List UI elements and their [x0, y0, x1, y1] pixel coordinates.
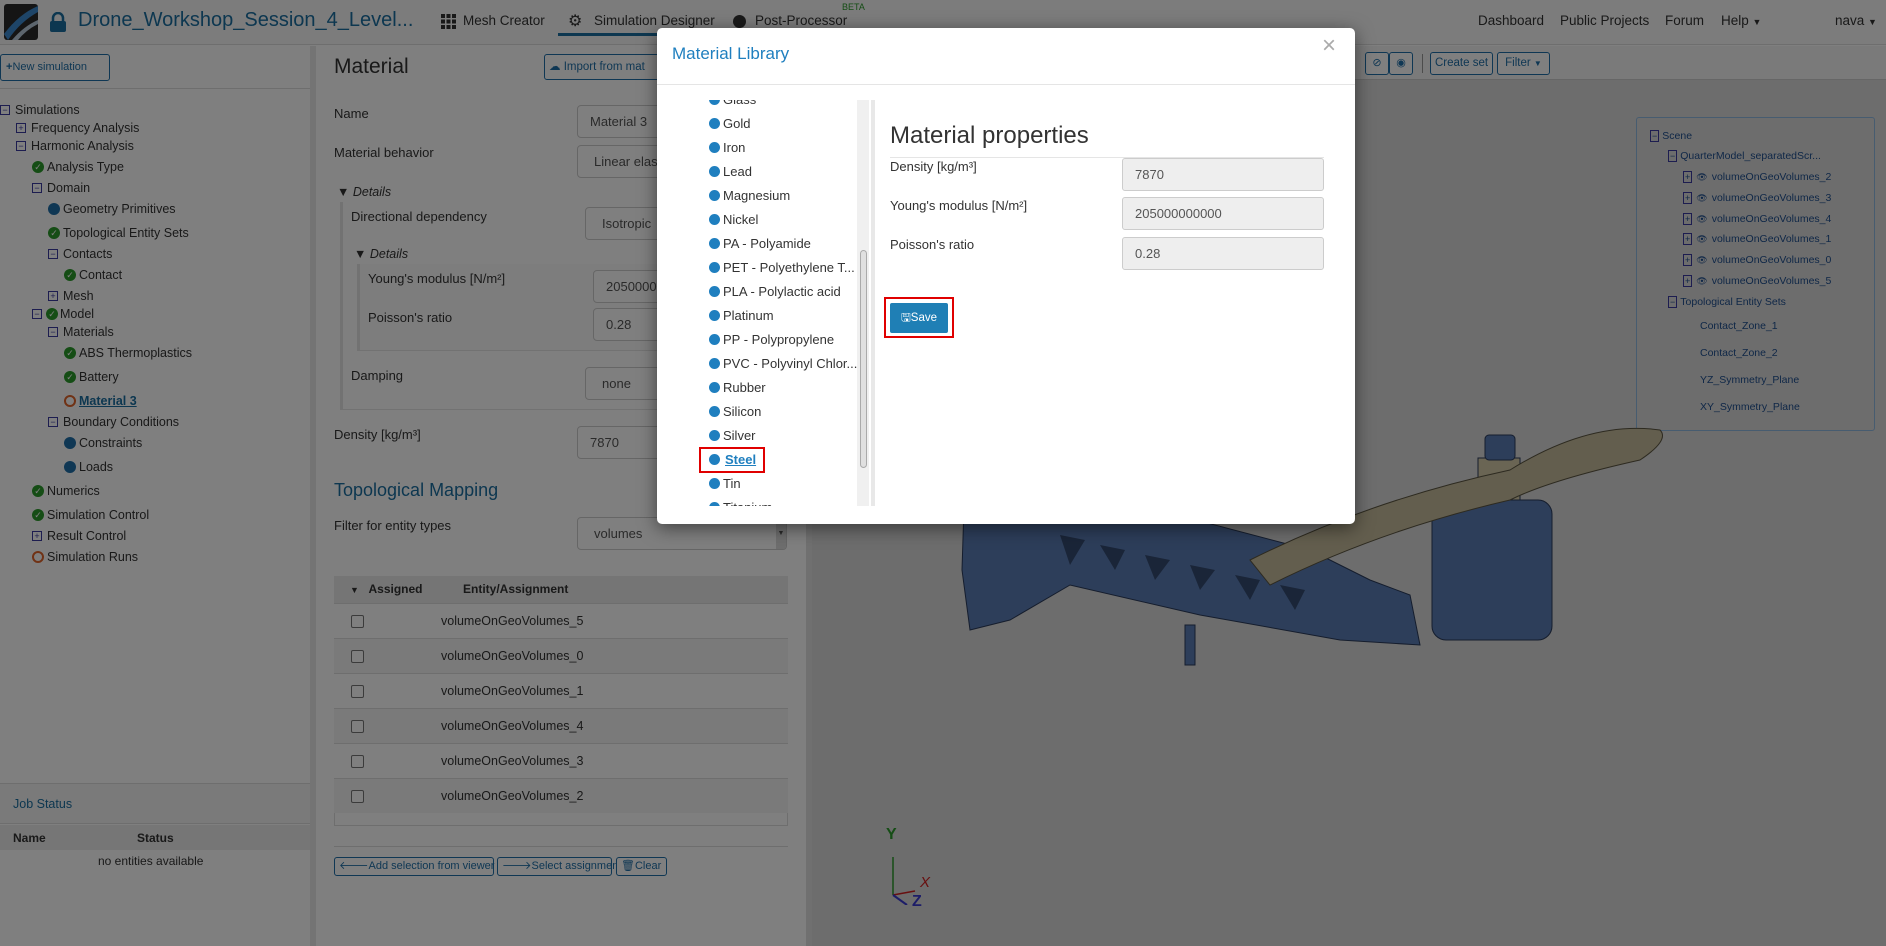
- circle-icon: [709, 214, 720, 225]
- circle-icon: [709, 382, 720, 393]
- modal-title: Material Library: [672, 44, 790, 63]
- material-item-tin[interactable]: Tin: [709, 474, 741, 494]
- material-library-modal: Material Library × Glass Gold Iron Lead Magn…: [657, 28, 1355, 524]
- close-icon[interactable]: ×: [1322, 32, 1336, 60]
- material-item-lead[interactable]: Lead: [709, 162, 752, 182]
- material-name: Titanium: [723, 500, 772, 506]
- material-item-iron[interactable]: Iron: [709, 138, 745, 158]
- material-name: Platinum: [723, 308, 774, 323]
- modal-header-divider: [657, 84, 1355, 85]
- circle-icon: [709, 118, 720, 129]
- circle-icon: [709, 334, 720, 345]
- splitter-handle[interactable]: [871, 100, 875, 506]
- circle-icon: [709, 310, 720, 321]
- youngs-property-label: Young's modulus [N/m²]: [890, 198, 1028, 213]
- circle-icon: [709, 358, 720, 369]
- material-name: Silver: [723, 428, 756, 443]
- poisson-property-label: Poisson's ratio: [890, 237, 975, 252]
- material-name: PLA - Polylactic acid: [723, 284, 841, 299]
- material-name: PA - Polyamide: [723, 236, 811, 251]
- material-name: Magnesium: [723, 188, 791, 203]
- material-name: Lead: [723, 164, 752, 179]
- material-name: Nickel: [723, 212, 759, 227]
- circle-icon: [709, 142, 720, 153]
- material-item-pla-polylactic-acid[interactable]: PLA - Polylactic acid: [709, 282, 841, 302]
- youngs-property-value: 205000000000: [1122, 197, 1324, 230]
- density-property-value: 7870: [1122, 158, 1324, 191]
- circle-icon: [709, 286, 720, 297]
- material-item-pp-polypropylene[interactable]: PP - Polypropylene: [709, 330, 834, 350]
- material-item-pvc-polyvinyl-chlor-[interactable]: PVC - Polyvinyl Chlor...: [709, 354, 857, 374]
- material-item-glass[interactable]: Glass: [709, 100, 756, 110]
- circle-icon: [709, 430, 720, 441]
- material-item-silicon[interactable]: Silicon: [709, 402, 761, 422]
- material-item-pet-polyethylene-t-[interactable]: PET - Polyethylene T...: [709, 258, 855, 278]
- material-item-platinum[interactable]: Platinum: [709, 306, 774, 326]
- properties-title: Material properties: [890, 122, 1089, 149]
- circle-icon: [709, 238, 720, 249]
- material-item-silver[interactable]: Silver: [709, 426, 756, 446]
- circle-icon: [709, 190, 720, 201]
- circle-icon: [709, 502, 720, 506]
- save-button[interactable]: 🖫Save: [890, 303, 948, 333]
- material-name: Rubber: [723, 380, 766, 395]
- material-name: Glass: [723, 100, 756, 107]
- circle-icon: [709, 406, 720, 417]
- material-name: Iron: [723, 140, 746, 155]
- material-item-rubber[interactable]: Rubber: [709, 378, 766, 398]
- material-item-titanium[interactable]: Titanium: [709, 498, 772, 506]
- material-name: PP - Polypropylene: [723, 332, 835, 347]
- material-name: Gold: [723, 116, 751, 131]
- circle-icon: [709, 478, 720, 489]
- material-name: PVC - Polyvinyl Chlor...: [723, 356, 857, 371]
- density-property-label: Density [kg/m³]: [890, 159, 977, 174]
- save-label: Save: [910, 312, 938, 324]
- material-name: PET - Polyethylene T...: [723, 260, 855, 275]
- material-item-gold[interactable]: Gold: [709, 114, 750, 134]
- material-item-magnesium[interactable]: Magnesium: [709, 186, 790, 206]
- scrollbar-thumb[interactable]: [860, 250, 867, 468]
- material-list: Glass Gold Iron Lead Magnesium Nickel PA - Pol…: [657, 100, 857, 506]
- circle-icon: [709, 100, 720, 105]
- poisson-property-value: 0.28: [1122, 237, 1324, 270]
- list-scrollbar[interactable]: [857, 100, 869, 506]
- selected-highlight-box: [699, 447, 765, 473]
- material-item-pa-polyamide[interactable]: PA - Polyamide: [709, 234, 811, 254]
- material-name: Tin: [723, 476, 741, 491]
- material-name: Silicon: [723, 404, 762, 419]
- material-item-nickel[interactable]: Nickel: [709, 210, 758, 230]
- circle-icon: [709, 166, 720, 177]
- floppy-disk-icon: 🖫: [900, 312, 911, 324]
- circle-icon: [709, 262, 720, 273]
